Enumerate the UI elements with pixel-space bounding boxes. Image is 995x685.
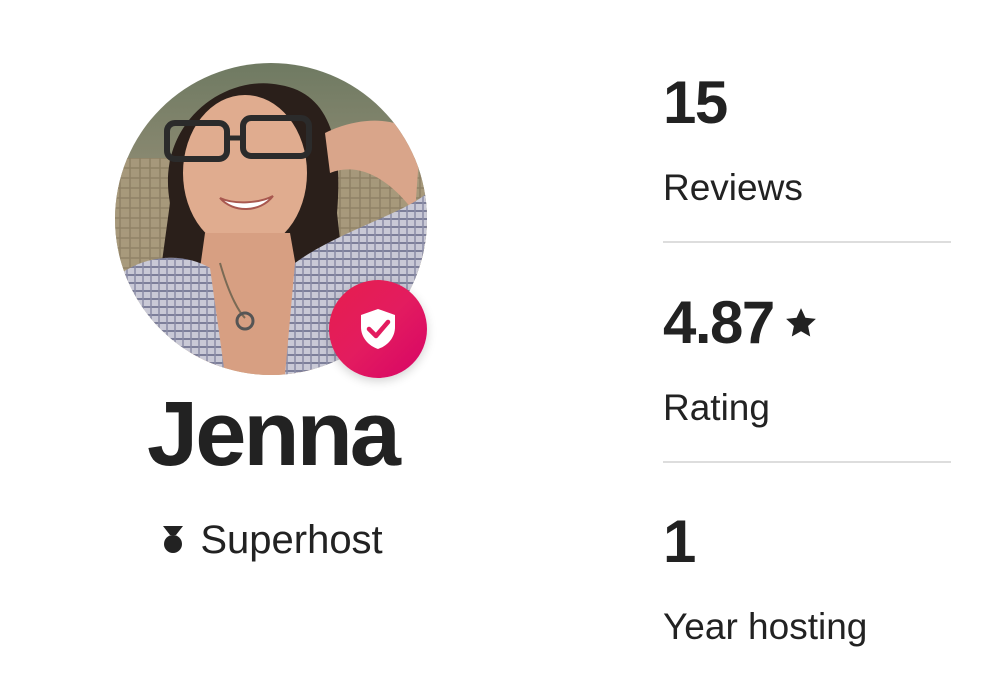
superhost-medal-icon [163, 526, 184, 553]
divider [663, 241, 951, 243]
stat-reviews[interactable]: 15 Reviews [663, 69, 951, 208]
rating-label: Rating [663, 387, 770, 428]
divider [663, 461, 951, 463]
avatar-container [115, 63, 427, 378]
reviews-label: Reviews [663, 167, 803, 208]
verified-badge [329, 280, 427, 378]
reviews-count: 15 [663, 69, 728, 136]
superhost-label: Superhost [200, 518, 383, 562]
stat-hosting[interactable]: 1 Year hosting [663, 508, 951, 647]
rating-value-row: 4.87 [663, 293, 951, 353]
hosting-years: 1 [663, 508, 696, 575]
superhost-badge: Superhost [0, 520, 545, 560]
rating-value: 4.87 [663, 289, 775, 356]
stat-rating[interactable]: 4.87 Rating [663, 293, 951, 426]
host-name: Jenna [147, 383, 401, 485]
star-icon [785, 308, 816, 337]
hosting-label: Year hosting [663, 606, 868, 647]
shield-check-icon [361, 309, 395, 349]
